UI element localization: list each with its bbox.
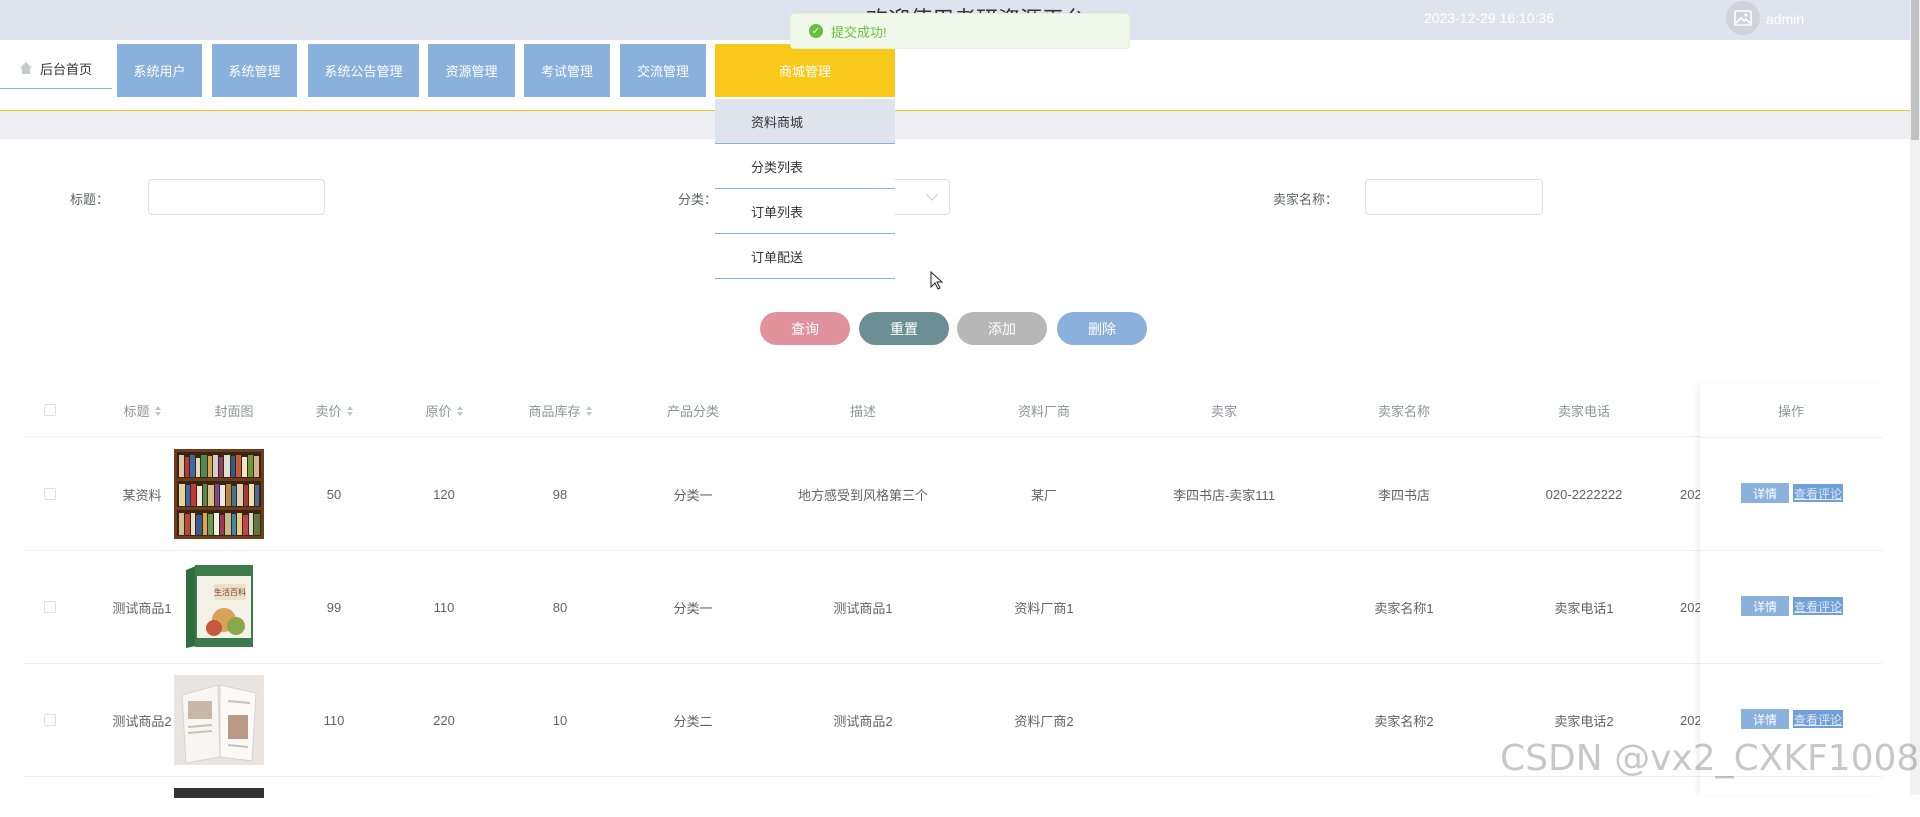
- cell-vendor: 某厂: [1030, 488, 1057, 503]
- operations-column: 操作 详情 查看评论 详情 查看评论 详情 查看评论: [1700, 384, 1882, 795]
- home-icon: [19, 62, 32, 74]
- book-box-image: 生活百科: [174, 562, 264, 652]
- open-book-image: [174, 675, 264, 765]
- datetime-display: 2023-12-29 16:10:36: [1424, 10, 1554, 26]
- cell-description: 地方感受到风格第三个: [797, 488, 928, 503]
- toast-message: 提交成功!: [831, 24, 887, 40]
- view-comments-link[interactable]: 查看评论: [1793, 484, 1844, 502]
- nav-communication-management[interactable]: 交流管理: [620, 44, 706, 97]
- view-comments-link[interactable]: 查看评论: [1793, 710, 1844, 728]
- row-checkbox[interactable]: [44, 601, 56, 613]
- view-comments-link[interactable]: 查看评论: [1793, 597, 1844, 615]
- bookshelf-image: [174, 449, 264, 539]
- category-label: 分类：: [678, 192, 718, 207]
- cell-price: 50: [326, 487, 342, 502]
- sort-icon[interactable]: [456, 405, 463, 416]
- page-scrollbar[interactable]: [1910, 0, 1920, 795]
- table-row[interactable]: 测试商品1 生活百科 99 110 80 分类一 测试商品1 资料厂商1 卖家名…: [24, 551, 1882, 664]
- column-price[interactable]: 卖价: [274, 384, 394, 437]
- detail-button[interactable]: 详情: [1741, 483, 1789, 503]
- detail-button[interactable]: 详情: [1741, 709, 1789, 729]
- column-seller: 卖家: [1210, 404, 1237, 419]
- cover-image-partial: [174, 788, 264, 798]
- cell-seller: [1124, 664, 1324, 777]
- cell-seller-phone: 020-2222222: [1545, 487, 1623, 502]
- cell-vendor: 资料厂商1: [1014, 601, 1074, 616]
- username[interactable]: admin: [1766, 11, 1804, 27]
- nav-mall-management[interactable]: 商城管理: [715, 44, 895, 97]
- cell-seller-name: 卖家名称2: [1374, 714, 1434, 729]
- nav-home[interactable]: 后台首页: [0, 48, 112, 89]
- detail-button[interactable]: 详情: [1741, 596, 1789, 616]
- cell-vendor: 资料厂商2: [1014, 714, 1074, 729]
- sort-icon[interactable]: [346, 405, 353, 416]
- column-vendor: 资料厂商: [1017, 404, 1070, 419]
- breadcrumb-bar: [0, 111, 1920, 139]
- cell-seller-name: 李四书店: [1377, 488, 1430, 503]
- nav-announcement-management[interactable]: 系统公告管理: [308, 44, 419, 97]
- avatar[interactable]: [1726, 1, 1760, 35]
- sort-icon[interactable]: [154, 405, 161, 416]
- table-header: 标题 封面图 卖价 原价 商品库存 产品分类 描述 资料厂商 卖家 卖家名称 卖…: [24, 384, 1882, 437]
- column-description: 描述: [849, 404, 876, 419]
- cell-category: 分类一: [673, 488, 713, 503]
- cell-seller: [1124, 551, 1324, 664]
- watermark: CSDN @vx2_CXKF10088: [1500, 738, 1920, 779]
- cell-category: 分类二: [673, 714, 713, 729]
- seller-name-label: 卖家名称：: [1273, 192, 1339, 207]
- query-button[interactable]: 查询: [760, 312, 850, 345]
- menu-item-order-list[interactable]: 订单列表: [715, 189, 895, 234]
- title-label: 标题：: [70, 192, 110, 207]
- column-operations: 操作: [1777, 404, 1804, 419]
- column-seller-phone: 卖家电话: [1557, 404, 1610, 419]
- delete-button[interactable]: 删除: [1057, 312, 1147, 345]
- menu-item-category-list[interactable]: 分类列表: [715, 144, 895, 189]
- column-category: 产品分类: [666, 404, 719, 419]
- nav-exam-management[interactable]: 考试管理: [524, 44, 610, 97]
- cell-description: 测试商品1: [833, 601, 893, 616]
- select-all-checkbox[interactable]: [44, 404, 56, 416]
- scrollbar-thumb[interactable]: [1911, 0, 1919, 140]
- cell-price: 110: [323, 713, 345, 728]
- nav-system-management[interactable]: 系统管理: [212, 44, 297, 97]
- row-checkbox[interactable]: [44, 714, 56, 726]
- cell-description: 测试商品2: [833, 714, 893, 729]
- title-input[interactable]: [148, 179, 325, 215]
- reset-button[interactable]: 重置: [859, 312, 949, 345]
- nav-home-label: 后台首页: [39, 61, 92, 77]
- mall-dropdown-menu: 资料商城 分类列表 订单列表 订单配送: [715, 99, 895, 279]
- image-icon: [1734, 10, 1752, 26]
- table-row[interactable]: 某资料 50 120 98 分类一 地方感受到风格第三个 某厂 李四书店-卖家1…: [24, 438, 1882, 551]
- svg-text:生活百科: 生活百科: [214, 587, 246, 597]
- cell-seller-name: 卖家名称1: [1374, 601, 1434, 616]
- menu-item-order-delivery[interactable]: 订单配送: [715, 234, 895, 279]
- sort-icon[interactable]: [585, 405, 592, 416]
- nav-resource-management[interactable]: 资源管理: [428, 44, 515, 97]
- row-checkbox[interactable]: [44, 488, 56, 500]
- column-seller-name: 卖家名称: [1377, 404, 1430, 419]
- add-button[interactable]: 添加: [957, 312, 1047, 345]
- cell-seller-phone: 卖家电话1: [1554, 601, 1614, 616]
- table-row[interactable]: [24, 777, 1882, 817]
- menu-item-material-mall[interactable]: 资料商城: [715, 99, 895, 144]
- cell-seller: 李四书店-卖家111: [1172, 488, 1276, 503]
- main-nav: 后台首页 系统用户 系统管理 系统公告管理 资源管理 考试管理 交流管理 商城管…: [0, 40, 1920, 111]
- cell-category: 分类一: [673, 601, 713, 616]
- cell-price: 99: [326, 600, 342, 615]
- success-toast: ✓ 提交成功!: [790, 13, 1130, 49]
- seller-name-input[interactable]: [1365, 179, 1543, 215]
- check-circle-icon: ✓: [809, 24, 823, 38]
- nav-system-users[interactable]: 系统用户: [117, 44, 202, 97]
